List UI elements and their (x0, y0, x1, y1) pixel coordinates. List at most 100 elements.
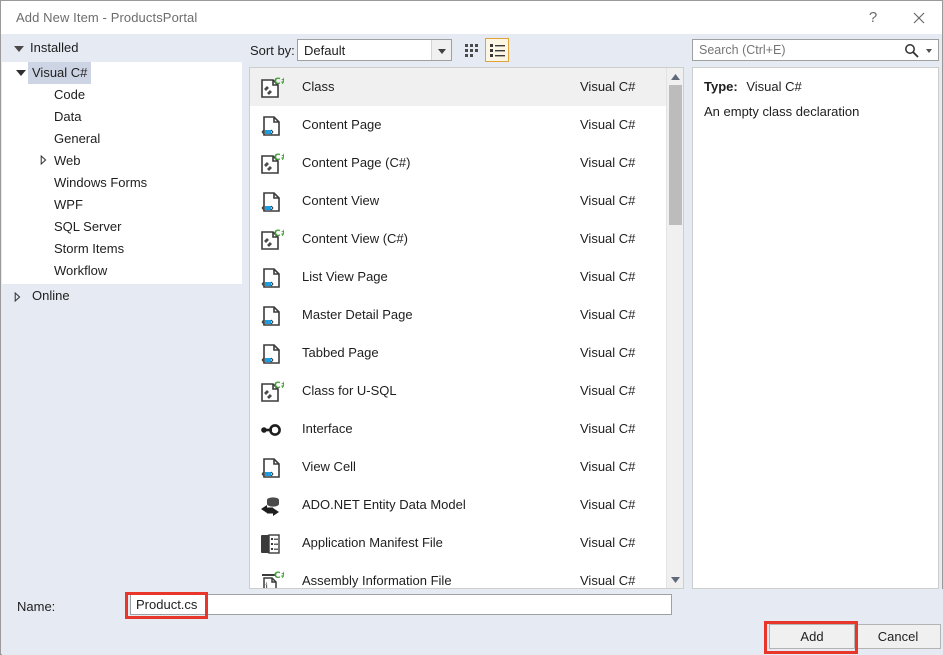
dropdown-button[interactable] (431, 40, 451, 60)
list-item-lang: Visual C# (580, 383, 636, 398)
list-item[interactable]: View Cell Visual C# (250, 448, 666, 486)
tree-item-sql-server[interactable]: SQL Server (2, 216, 242, 238)
online-label: Online (32, 288, 70, 303)
xaml-page-icon (258, 189, 284, 215)
tree-item-web[interactable]: Web (2, 150, 242, 172)
list-item-lang: Visual C# (580, 231, 636, 246)
svg-text:C#: C# (274, 153, 284, 163)
list-item-lang: Visual C# (580, 345, 636, 360)
search-dropdown-icon[interactable] (926, 49, 932, 53)
grid-view-button[interactable] (460, 38, 484, 62)
sort-by-dropdown[interactable]: Default (297, 39, 452, 61)
name-input[interactable] (130, 594, 672, 615)
list-item-name: Master Detail Page (302, 307, 413, 322)
list-item-name: Application Manifest File (302, 535, 443, 550)
template-list[interactable]: C# Class Visual C# Content Page Visual C… (249, 67, 684, 589)
add-new-item-dialog: Add New Item - ProductsPortal ? Installe… (0, 0, 943, 655)
svg-text:C#: C# (274, 77, 284, 87)
tree-item-label: Web (54, 153, 81, 168)
csharp-class-icon: C# (258, 151, 288, 177)
tree-item-label: Code (54, 87, 86, 102)
entity-data-model-icon (258, 493, 284, 519)
scroll-up-arrow-icon (671, 73, 680, 80)
tree-item-general[interactable]: General (2, 128, 242, 150)
dialog-footer: Name: Add Cancel (2, 589, 943, 655)
list-item-name: ADO.NET Entity Data Model (302, 497, 466, 512)
online-section-header[interactable]: Online (2, 284, 242, 310)
installed-section-header[interactable]: Installed (2, 34, 242, 62)
xaml-page-icon (258, 303, 284, 329)
name-label: Name: (17, 599, 56, 614)
list-item-lang: Visual C# (580, 307, 636, 322)
list-item[interactable]: i C# Assembly Information File Visual C# (250, 562, 666, 589)
panel-splitter[interactable] (242, 62, 249, 589)
tree-item-label: Windows Forms (54, 175, 148, 190)
tree-item-data[interactable]: Data (2, 106, 242, 128)
list-item[interactable]: Content Page Visual C# (250, 106, 666, 144)
list-item[interactable]: C# Content View (C#) Visual C# (250, 220, 666, 258)
triangle-down-icon (14, 46, 24, 52)
tree-item-workflow[interactable]: Workflow (2, 260, 242, 282)
tree-item-windows-forms[interactable]: Windows Forms (2, 172, 242, 194)
list-item[interactable]: List View Page Visual C# (250, 258, 666, 296)
list-item[interactable]: C# Content Page (C#) Visual C# (250, 144, 666, 182)
question-mark-icon: ? (868, 9, 878, 26)
list-item-lang: Visual C# (580, 79, 636, 94)
template-list-inner: C# Class Visual C# Content Page Visual C… (250, 68, 666, 589)
list-item[interactable]: Application Manifest File Visual C# (250, 524, 666, 562)
list-scrollbar[interactable] (666, 68, 683, 588)
list-item-name: Content View (C#) (302, 231, 408, 246)
help-button[interactable]: ? (850, 1, 896, 34)
scroll-down-arrow-icon (671, 576, 680, 583)
list-item[interactable]: Content View Visual C# (250, 182, 666, 220)
list-item[interactable]: Interface Visual C# (250, 410, 666, 448)
svg-text:C#: C# (274, 381, 284, 391)
list-item-name: Assembly Information File (302, 573, 452, 588)
scroll-up-button[interactable] (667, 68, 683, 85)
preview-type-value: Visual C# (746, 79, 802, 94)
list-item[interactable]: Master Detail Page Visual C# (250, 296, 666, 334)
search-placeholder: Search (Ctrl+E) (699, 43, 786, 57)
list-item-lang: Visual C# (580, 193, 636, 208)
list-item-name: List View Page (302, 269, 388, 284)
list-item[interactable]: Tabbed Page Visual C# (250, 334, 666, 372)
scrollbar-thumb[interactable] (669, 85, 682, 225)
list-view-button[interactable] (485, 38, 509, 62)
scroll-down-button[interactable] (667, 571, 683, 588)
list-item-name: Content View (302, 193, 380, 208)
svg-text:i: i (265, 582, 268, 589)
svg-text:C#: C# (274, 229, 284, 239)
tree-item-storm-items[interactable]: Storm Items (2, 238, 242, 260)
tree-item-code[interactable]: Code (2, 84, 242, 106)
tree-item-label: Data (54, 109, 82, 124)
csharp-class-icon: C# (258, 227, 288, 253)
search-icon[interactable] (904, 43, 919, 61)
preview-panel: Type: Visual C# An empty class declarati… (692, 67, 939, 589)
list-item-lang: Visual C# (580, 155, 636, 170)
dialog-title: Add New Item - ProductsPortal (16, 10, 198, 25)
cancel-button[interactable]: Cancel (855, 624, 941, 649)
triangle-down-icon (16, 70, 26, 76)
close-icon (913, 12, 925, 23)
add-button[interactable]: Add (769, 624, 855, 649)
tree-item-wpf[interactable]: WPF (2, 194, 242, 216)
tree-item-visual-csharp[interactable]: Visual C# (2, 62, 242, 84)
tree-item-label: Storm Items (54, 241, 125, 256)
close-button[interactable] (896, 1, 942, 34)
sort-by-value: Default (304, 43, 346, 58)
tree-item-label: General (54, 131, 101, 146)
triangle-right-icon[interactable] (40, 155, 47, 165)
title-bar: Add New Item - ProductsPortal ? (1, 1, 942, 34)
xaml-page-icon (258, 113, 284, 139)
list-item[interactable]: ADO.NET Entity Data Model Visual C# (250, 486, 666, 524)
triangle-right-icon (14, 292, 21, 302)
list-item[interactable]: C# Class for U-SQL Visual C# (250, 372, 666, 410)
list-item-name: Interface (302, 421, 353, 436)
list-item[interactable]: C# Class Visual C# (250, 68, 666, 106)
svg-text:C#: C# (274, 571, 284, 581)
tree-item-label: WPF (54, 197, 83, 212)
list-item-name: Content Page (302, 117, 382, 132)
search-box[interactable]: Search (Ctrl+E) (692, 39, 939, 61)
list-item-lang: Visual C# (580, 269, 636, 284)
sidebar-filler (2, 310, 242, 589)
